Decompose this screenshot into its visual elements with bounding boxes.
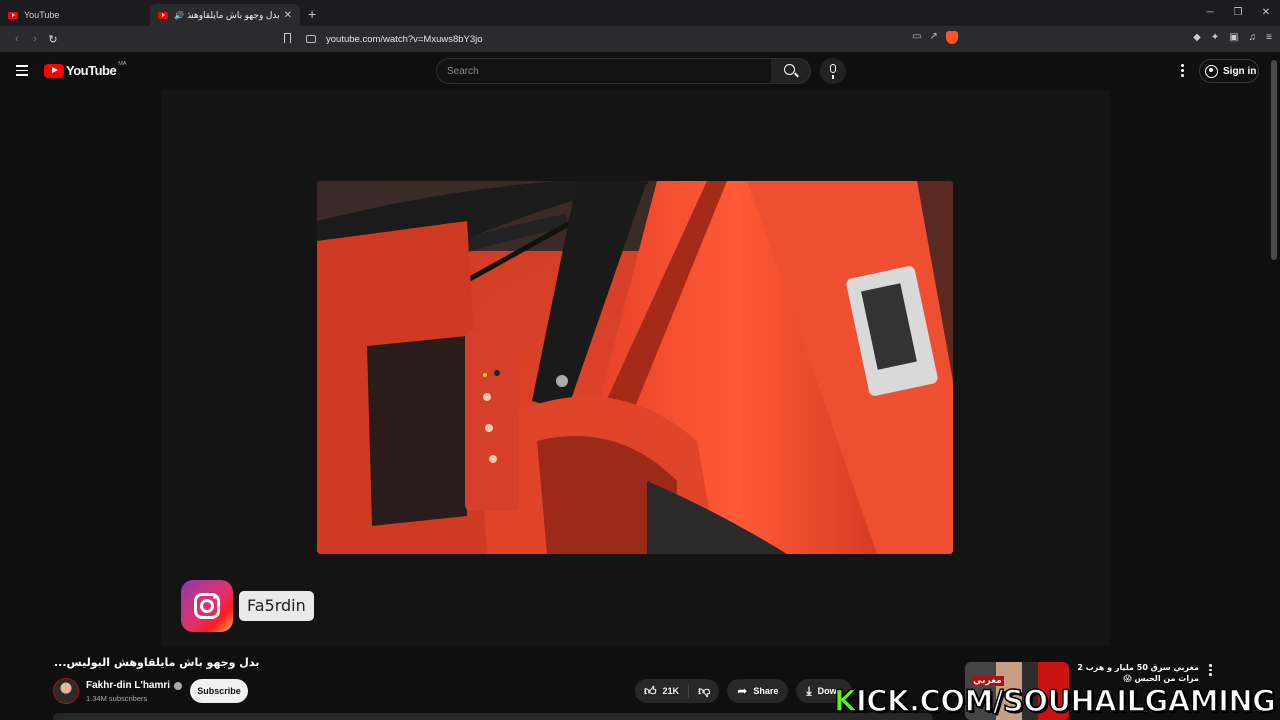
- search-icon: [784, 64, 795, 75]
- video-frame[interactable]: [317, 181, 953, 554]
- like-dislike-group: 👍︎ 21K 👎︎: [635, 679, 720, 703]
- search-box[interactable]: [436, 58, 772, 84]
- back-button[interactable]: ‹: [8, 33, 26, 45]
- thumbs-down-icon: 👎︎: [698, 683, 711, 698]
- youtube-favicon-icon: [158, 11, 168, 19]
- tab-label: YouTube: [24, 10, 60, 20]
- subscriber-count: 1.34M subscribers: [86, 694, 148, 703]
- tab-current-video[interactable]: 🔊 بدل وجهو باش مايلقاوهش البو... ✕: [150, 4, 300, 26]
- brave-shields-icon[interactable]: [945, 31, 958, 44]
- close-window-button[interactable]: ✕: [1252, 0, 1280, 26]
- new-tab-button[interactable]: +: [308, 6, 316, 22]
- kick-stream-overlay: KICK.COM/SOUHAILGAMING: [833, 683, 1276, 719]
- extensions-icon[interactable]: ✦: [1211, 32, 1219, 43]
- share-icon: ➦: [737, 684, 748, 698]
- restore-button[interactable]: ❐: [1224, 0, 1252, 26]
- forward-button[interactable]: ›: [26, 33, 44, 45]
- channel-name[interactable]: Fakhr-din L'hamri: [86, 680, 170, 691]
- download-icon: ⤓: [806, 683, 812, 698]
- address-bar: ‹ › ↻ youtube.com/watch?v=Mxuws8bY3jo ▭ …: [0, 26, 1280, 52]
- account-icon: [1205, 64, 1218, 78]
- share-label: Share: [753, 686, 779, 696]
- sidebar-icon[interactable]: ▣: [1229, 32, 1238, 43]
- minimize-button[interactable]: ─: [1196, 0, 1224, 26]
- url-text[interactable]: youtube.com/watch?v=Mxuws8bY3jo: [326, 34, 483, 45]
- tab-youtube[interactable]: YouTube: [0, 4, 150, 26]
- video-actions: 👍︎ 21K 👎︎ ➦ Share ⤓ Down: [635, 679, 853, 703]
- thumbs-up-icon: 👍︎: [644, 683, 657, 698]
- video-frame-image: [317, 181, 953, 554]
- kick-url-text: ICK.COM/SOUHAILGAMING: [855, 683, 1276, 719]
- youtube-header: YouTube MA Sign in: [0, 52, 1280, 90]
- site-info-icon[interactable]: [306, 35, 316, 43]
- youtube-favicon-icon: [8, 11, 18, 19]
- scrollbar-thumb[interactable]: [1271, 60, 1277, 260]
- window-controls: ─ ❐ ✕: [1196, 0, 1280, 26]
- search-input[interactable]: [437, 59, 771, 83]
- reload-button[interactable]: ↻: [44, 33, 62, 46]
- microphone-icon: [830, 64, 836, 79]
- share-page-icon[interactable]: ↗: [929, 31, 937, 44]
- search-button[interactable]: [771, 58, 811, 84]
- channel-avatar[interactable]: [53, 678, 79, 704]
- instagram-icon: [181, 580, 233, 632]
- url-field[interactable]: youtube.com/watch?v=Mxuws8bY3jo: [280, 29, 980, 49]
- browser-tab-strip: YouTube 🔊 بدل وجهو باش مايلقاوهش البو...…: [0, 0, 1280, 26]
- recommended-title[interactable]: مغربي سرق 50 مليار و هرب 2 مرات من الحبس…: [1075, 662, 1199, 684]
- dislike-button[interactable]: 👎︎: [689, 679, 719, 703]
- hamburger-menu-icon[interactable]: [16, 65, 28, 79]
- verified-icon: [174, 681, 183, 690]
- instagram-handle: Fa5rdin: [239, 591, 314, 621]
- wallet-icon[interactable]: ◆: [1193, 32, 1201, 43]
- share-button[interactable]: ➦ Share: [727, 679, 789, 703]
- browser-toolbar-right: ◆ ✦ ▣ ♫ ≡: [1193, 32, 1272, 43]
- kick-k-letter: K: [833, 683, 857, 719]
- cast-icon[interactable]: ▭: [912, 31, 921, 44]
- youtube-play-icon: [44, 63, 64, 78]
- bookmark-icon[interactable]: [284, 33, 291, 43]
- page-scrollbar[interactable]: [1271, 60, 1277, 720]
- like-count: 21K: [662, 686, 680, 696]
- voice-search-button[interactable]: [820, 58, 846, 84]
- recommended-menu-icon[interactable]: [1209, 664, 1215, 678]
- description-box-edge[interactable]: [53, 713, 933, 720]
- menu-icon[interactable]: ≡: [1266, 32, 1272, 43]
- video-player[interactable]: Fa5rdin: [161, 90, 1109, 646]
- speaker-icon[interactable]: 🔊: [174, 11, 184, 20]
- youtube-logo[interactable]: YouTube MA: [44, 60, 127, 78]
- logo-text: YouTube: [66, 63, 117, 78]
- instagram-watermark: Fa5rdin: [181, 580, 314, 632]
- media-icon[interactable]: ♫: [1249, 32, 1257, 43]
- channel-name-row[interactable]: Fakhr-din L'hamri: [86, 680, 183, 691]
- tab-label: بدل وجهو باش مايلقاوهش البو...: [187, 9, 280, 20]
- sign-in-button[interactable]: Sign in: [1199, 59, 1259, 83]
- settings-kebab-icon[interactable]: [1176, 64, 1188, 78]
- like-button[interactable]: 👍︎ 21K: [635, 679, 688, 703]
- region-code: MA: [118, 60, 127, 67]
- video-title: بدل وجهو باش مايلقاوهش البوليس...: [54, 656, 260, 669]
- subscribe-button[interactable]: Subscribe: [190, 679, 248, 703]
- sign-in-label: Sign in: [1223, 65, 1257, 77]
- omnibox-actions: ▭ ↗: [912, 31, 958, 44]
- close-tab-icon[interactable]: ✕: [284, 10, 292, 21]
